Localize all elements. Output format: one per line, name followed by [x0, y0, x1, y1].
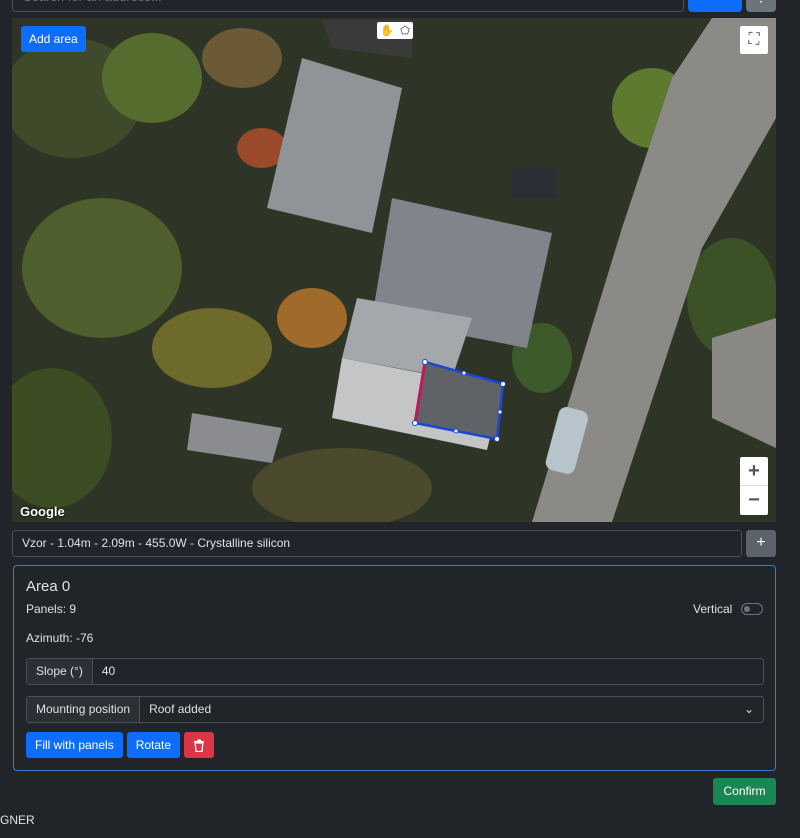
polygon-icon[interactable]: ⬠ [400, 24, 410, 37]
delete-area-button[interactable] [184, 732, 215, 758]
panel-select-row: Vzor - 1.04m - 2.09m - 455.0W - Crystall… [12, 530, 776, 557]
confirm-button[interactable]: Confirm [713, 778, 776, 805]
zoom-out-button[interactable]: − [740, 486, 768, 515]
vertical-toggle[interactable] [741, 603, 763, 615]
fill-with-panels-button[interactable]: Fill with panels [26, 732, 123, 758]
panel-model-select[interactable]: Vzor - 1.04m - 2.09m - 455.0W - Crystall… [12, 530, 742, 557]
panels-count: Panels: 9 [26, 602, 77, 616]
aerial-imagery [12, 18, 776, 522]
zoom-control: + − [740, 457, 768, 515]
zoom-in-button[interactable]: + [740, 457, 768, 486]
chevron-down-icon[interactable]: ⌄ [735, 697, 763, 722]
satellite-map[interactable]: Add area ✋ ⬠ ⛶ + − Google [12, 18, 776, 522]
mounting-input-group: Mounting position Roof added ⌄ [26, 696, 764, 723]
add-panel-button[interactable]: + [746, 530, 776, 557]
vertical-label: Vertical [693, 602, 733, 616]
slope-input[interactable]: 40 [93, 659, 763, 684]
fullscreen-icon[interactable]: ⛶ [740, 26, 768, 54]
slope-input-group: Slope (°) 40 [26, 658, 764, 685]
address-search-input[interactable]: Search for an address... [12, 0, 684, 12]
area-card: Area 0 Panels: 9 Vertical Azimuth: -76 S… [13, 565, 776, 771]
mounting-select[interactable]: Roof added [140, 697, 735, 722]
google-logo: Google [20, 504, 65, 519]
hand-icon[interactable]: ✋ [380, 24, 394, 37]
draw-tools: ✋ ⬠ [377, 22, 413, 39]
rotate-button[interactable]: Rotate [126, 732, 181, 758]
slope-label: Slope (°) [27, 659, 93, 684]
search-extra-button[interactable]: ⋮ [746, 0, 776, 12]
search-button[interactable]: Search [688, 0, 742, 12]
add-area-button[interactable]: Add area [21, 26, 86, 52]
azimuth-text: Azimuth: -76 [26, 631, 94, 645]
trash-icon [194, 739, 205, 752]
mounting-label: Mounting position [27, 697, 141, 722]
footer-text: GNER [0, 813, 35, 827]
area-actions: Fill with panels Rotate [26, 732, 215, 758]
search-row: Search for an address... Search ⋮ [12, 0, 776, 12]
area-title: Area 0 [26, 578, 71, 595]
